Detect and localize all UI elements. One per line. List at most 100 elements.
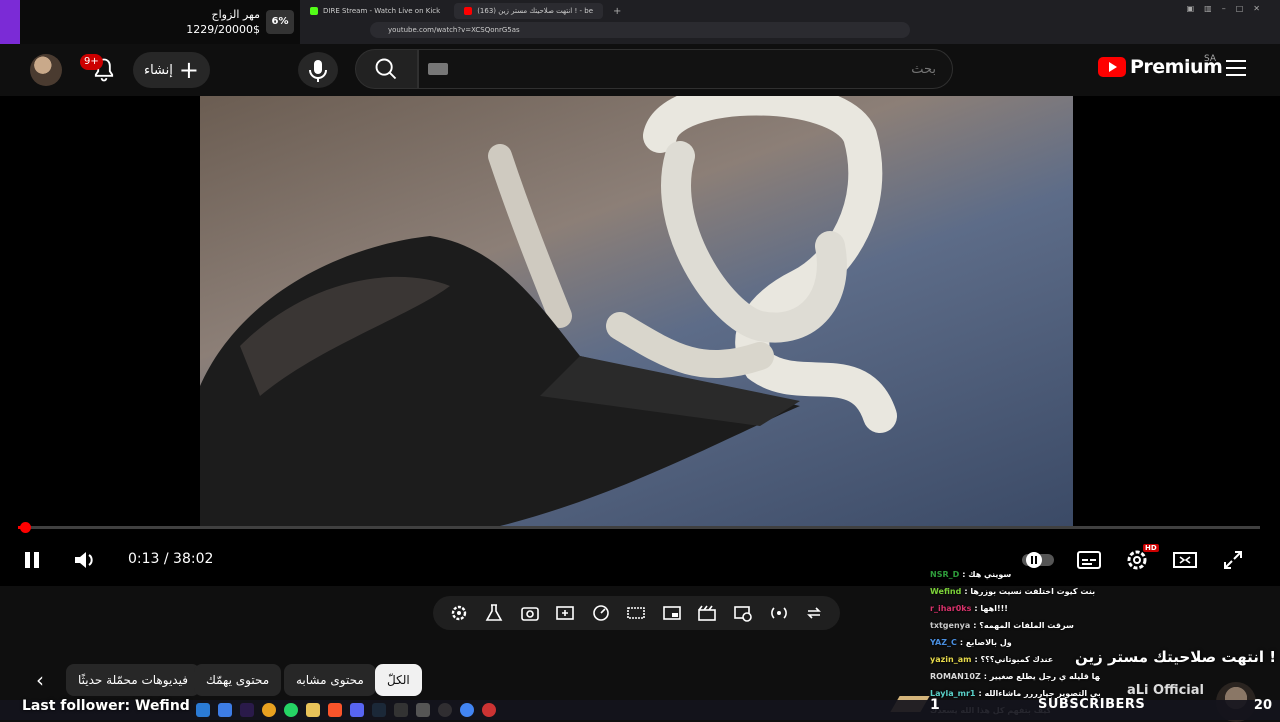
discord-icon[interactable] bbox=[350, 703, 364, 717]
chat-username: ROMAN10Z bbox=[930, 672, 981, 681]
subscribers-label: SUBSCRIBERS bbox=[1038, 697, 1146, 712]
chat-username: NSR_D bbox=[930, 570, 960, 579]
chat-message: r_ihar0ks: اهها!!! bbox=[930, 600, 1100, 617]
channel-name: aLi Official bbox=[1127, 683, 1204, 698]
plus-icon: + bbox=[178, 56, 199, 84]
video-watch-icon[interactable] bbox=[732, 602, 754, 624]
chrome-icon[interactable] bbox=[262, 703, 276, 717]
chat-username: r_ihar0ks bbox=[930, 604, 972, 613]
loop-icon[interactable] bbox=[803, 602, 825, 624]
chip-all[interactable]: الكلّ bbox=[375, 664, 422, 696]
region-code: SA bbox=[1204, 54, 1217, 64]
video-frame[interactable] bbox=[200, 96, 1073, 526]
fullscreen-icon[interactable] bbox=[1219, 546, 1247, 574]
chat-message: Wefind: بنت كيوت اختلفت نسيت بوزرها bbox=[930, 583, 1100, 600]
theater-mode-icon[interactable] bbox=[1171, 546, 1199, 574]
notification-count-badge: 9+ bbox=[80, 54, 103, 70]
speed-gauge-icon[interactable] bbox=[590, 602, 612, 624]
tab-label: DIRE Stream - Watch Live on Kick bbox=[323, 7, 441, 15]
hd-badge: HD bbox=[1143, 544, 1159, 552]
chevron-left-icon[interactable]: ‹ bbox=[28, 668, 52, 692]
flask-icon[interactable] bbox=[483, 602, 505, 624]
chat-text: ول بالاصابع bbox=[965, 638, 1012, 647]
chip-recent[interactable]: فيديوهات محمّلة حديثًا bbox=[66, 664, 200, 696]
steam-icon[interactable] bbox=[372, 703, 386, 717]
player-extension-toolbar bbox=[433, 596, 840, 630]
browser-tab-kick[interactable]: DIRE Stream - Watch Live on Kick bbox=[300, 3, 450, 19]
app-icon[interactable] bbox=[416, 703, 430, 717]
taskbar-icons bbox=[196, 703, 496, 717]
pause-icon[interactable] bbox=[18, 546, 46, 574]
video-content-image bbox=[200, 96, 897, 526]
camera-icon[interactable] bbox=[519, 602, 541, 624]
broadcast-icon[interactable] bbox=[768, 602, 790, 624]
goal-title: مهر الزواج bbox=[211, 8, 260, 21]
youtube-play-icon bbox=[1098, 57, 1126, 77]
chat-text: بنت كيوت اختلفت نسيت بوزرها bbox=[970, 587, 1096, 596]
voice-search-mic-icon[interactable] bbox=[298, 52, 338, 88]
search-input[interactable] bbox=[418, 49, 953, 89]
volume-icon[interactable] bbox=[70, 546, 98, 574]
close-icon[interactable]: ✕ bbox=[1253, 4, 1260, 13]
picture-in-picture-icon[interactable] bbox=[661, 602, 683, 624]
brave-icon[interactable] bbox=[328, 703, 342, 717]
record-icon[interactable] bbox=[482, 703, 496, 717]
subscriber-count: 1 bbox=[930, 697, 940, 713]
extensions-icon[interactable]: ▣ bbox=[1187, 4, 1195, 13]
promo-title: انتهت صلاحيتك مستر زين ! bbox=[1075, 648, 1277, 666]
taskbar-badge: 20 bbox=[1253, 698, 1272, 713]
kick-icon bbox=[310, 7, 318, 15]
filmstrip-icon[interactable] bbox=[625, 602, 647, 624]
browser-tabbar: DIRE Stream - Watch Live on Kick (163) ا… bbox=[300, 2, 627, 20]
maximize-icon[interactable]: □ bbox=[1236, 4, 1244, 13]
copilot-icon[interactable] bbox=[196, 703, 210, 717]
new-tab-icon[interactable]: + bbox=[607, 6, 627, 17]
browser-tab-youtube[interactable]: (163) انتهت صلاحيتك مستر زين ! - be bbox=[454, 3, 604, 19]
video-player[interactable]: 0:13 / 38:02 HD bbox=[0, 96, 1280, 586]
obs-icon[interactable] bbox=[438, 703, 452, 717]
clapperboard-icon[interactable] bbox=[696, 602, 718, 624]
progress-scrubber[interactable] bbox=[20, 522, 32, 533]
chat-text: اهها!!! bbox=[980, 604, 1008, 613]
browser-toolbar-icons: ▣ ▥ – □ ✕ bbox=[1187, 4, 1260, 13]
search-button-icon[interactable] bbox=[355, 49, 418, 89]
chat-username: yazin_am bbox=[930, 655, 972, 664]
sidebar-icon[interactable]: ▥ bbox=[1204, 4, 1212, 13]
chat-message: NSR_D: سويني هك bbox=[930, 566, 1100, 583]
chat-text: سويني هك bbox=[968, 570, 1012, 579]
whatsapp-icon[interactable] bbox=[284, 703, 298, 717]
chat-username: txtgenya bbox=[930, 621, 971, 630]
progress-bar[interactable] bbox=[18, 522, 1260, 533]
last-follower-text: Last follower: Wefind bbox=[22, 698, 190, 714]
gear-icon[interactable] bbox=[448, 602, 470, 624]
chat-message: txtgenya: سرقت الملفات المهمه؟ bbox=[930, 617, 1100, 634]
chat-message: ROMAN10Z: كانون لحالها قليله ي رجل يطلع … bbox=[930, 668, 1100, 685]
keyboard-icon[interactable] bbox=[428, 63, 448, 75]
tab-label: (163) انتهت صلاحيتك مستر زين ! - be bbox=[477, 7, 594, 15]
chrome-alt-icon[interactable] bbox=[460, 703, 474, 717]
filter-chips: ‹ فيديوهات محمّلة حديثًا محتوى يهمّك محت… bbox=[0, 664, 440, 696]
account-avatar[interactable] bbox=[30, 54, 62, 86]
calendar-icon[interactable] bbox=[218, 703, 232, 717]
donation-goal-widget: مهر الزواج 1229/20000$ 6% bbox=[0, 0, 300, 44]
terminal-icon[interactable] bbox=[394, 703, 408, 717]
youtube-favicon-icon bbox=[464, 7, 473, 15]
chat-text: سرقت الملفات المهمه؟ bbox=[979, 621, 1074, 630]
youtube-header: 9+ إنشاء + Premium SA bbox=[0, 44, 1280, 96]
goal-percent: 6% bbox=[266, 10, 294, 34]
chip-similar[interactable]: محتوى مشابه bbox=[284, 664, 376, 696]
goal-progress-bar bbox=[0, 0, 20, 44]
create-button[interactable]: إنشاء + bbox=[133, 52, 210, 88]
address-bar[interactable]: youtube.com/watch?v=XCSQonrG5as bbox=[370, 22, 910, 38]
hamburger-menu-icon[interactable] bbox=[1226, 60, 1246, 78]
add-screenshot-icon[interactable] bbox=[554, 602, 576, 624]
premiere-icon[interactable] bbox=[240, 703, 254, 717]
chat-text: عندك كمبوتاني؟؟؟ bbox=[980, 655, 1054, 664]
chat-text: كانون لحالها قليله ي رجل يطلع صغيير bbox=[989, 672, 1100, 681]
create-label: إنشاء bbox=[143, 62, 173, 78]
url-text: youtube.com/watch?v=XCSQonrG5as bbox=[388, 26, 520, 34]
folder-icon[interactable] bbox=[306, 703, 320, 717]
goal-amount: 1229/20000$ bbox=[186, 23, 260, 36]
chip-for-you[interactable]: محتوى يهمّك bbox=[194, 664, 282, 696]
minimize-icon[interactable]: – bbox=[1222, 4, 1226, 13]
